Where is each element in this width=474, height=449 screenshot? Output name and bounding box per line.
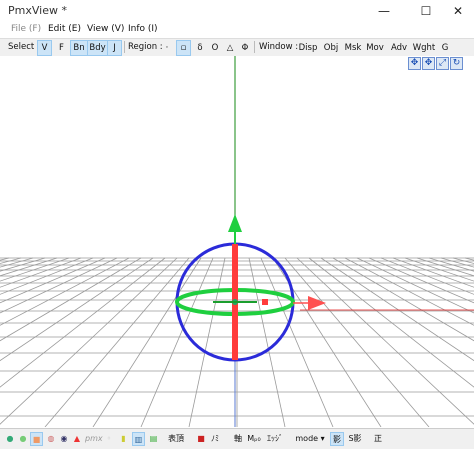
sei-toggle[interactable]: 正 [372, 432, 384, 446]
3d-viewport[interactable] [0, 56, 474, 427]
faded-toggle-icon[interactable]: ◦ [103, 432, 115, 446]
window-obj-button[interactable]: Obj [320, 40, 342, 56]
select-bone-button[interactable]: Bn [70, 40, 88, 56]
select-body-button[interactable]: Bdy [87, 40, 108, 56]
y-arrow-head [228, 214, 242, 232]
menu-info[interactable]: Info (I) [128, 24, 158, 34]
green-dot-icon[interactable]: ● [4, 432, 16, 446]
window-msk-button[interactable]: Msk [342, 40, 364, 56]
menu-edit[interactable]: Edit (E) [48, 24, 81, 34]
mpos-toggle[interactable]: Mₚ₀ [246, 432, 262, 446]
select-joint-button[interactable]: J [107, 40, 122, 56]
region-triangle-button[interactable]: △ [223, 40, 237, 56]
color-toggle-icon[interactable]: ■ [195, 432, 207, 446]
self-shadow-toggle[interactable]: S影 [346, 432, 364, 446]
handle-square [262, 299, 268, 305]
region-lasso-button[interactable]: δ [193, 40, 207, 56]
nomi-toggle[interactable]: ﾉﾐ [208, 432, 222, 446]
material-toggle-icon[interactable]: ■ [30, 432, 43, 446]
bone-toggle-icon[interactable]: ▮ [117, 432, 130, 446]
menu-bar: File (F) Edit (E) View (V) Info (I) [0, 22, 474, 38]
toolbar-separator [254, 41, 255, 53]
texture-toggle-icon[interactable]: ▤ [147, 432, 160, 446]
view-tools: ✥ ✥ ⤢ ↻ [408, 57, 464, 71]
move-view-icon[interactable]: ✥ [408, 57, 421, 70]
window-wght-button[interactable]: Wght [410, 40, 438, 56]
toolbar-separator [124, 41, 125, 53]
window-label: Window : [259, 42, 299, 52]
window-disp-button[interactable]: Disp [296, 40, 320, 56]
axis-toggle[interactable]: 軸 [232, 432, 244, 446]
region-point-button[interactable]: · [160, 40, 174, 56]
select-face-button[interactable]: F [54, 40, 69, 56]
target-toggle-icon[interactable]: ◉ [58, 432, 70, 446]
face-toggle[interactable]: 表頂 [165, 432, 187, 446]
select-label: Select : [8, 42, 40, 52]
edge-toggle[interactable]: ｴｯｼﾞ [262, 432, 288, 446]
window-adv-button[interactable]: Adv [387, 40, 411, 56]
select-vertex-button[interactable]: V [37, 40, 52, 56]
sphere-toggle-icon[interactable]: ◍ [45, 432, 57, 446]
scene-canvas[interactable] [0, 56, 474, 427]
grid-toggle-icon[interactable]: ▥ [132, 432, 145, 446]
window-mov-button[interactable]: Mov [364, 40, 386, 56]
toolbar: Select : V F Bn Bdy J Region : · ▫ δ O △… [0, 38, 474, 57]
pan-view-icon[interactable]: ✥ [422, 57, 435, 70]
triangle-toggle-icon[interactable]: ▲ [71, 432, 83, 446]
title-bar: PmxView * — ☐ ✕ [0, 0, 474, 22]
menu-file[interactable]: File (F) [11, 24, 41, 34]
window-title: PmxView * [8, 4, 67, 17]
region-label: Region : [128, 42, 163, 52]
region-phi-button[interactable]: Φ [238, 40, 252, 56]
minimize-button[interactable]: — [366, 0, 402, 22]
light-dot-icon[interactable]: ● [17, 432, 29, 446]
rotate-view-icon[interactable]: ↻ [450, 57, 463, 70]
window-g-button[interactable]: G [438, 40, 452, 56]
close-button[interactable]: ✕ [440, 0, 474, 22]
mode-dropdown[interactable]: mode ▾ [295, 432, 325, 446]
menu-view[interactable]: View (V) [87, 24, 124, 34]
region-circle-button[interactable]: O [208, 40, 222, 56]
maximize-button[interactable]: ☐ [408, 0, 444, 22]
pmx-label[interactable]: pmx [85, 432, 103, 446]
status-bar: ● ● ■ ◍ ◉ ▲ pmx ◦ ▮ ▥ ▤ 表頂 ■ ﾉﾐ 軸 Mₚ₀ ｴｯ… [0, 428, 474, 449]
shadow-toggle[interactable]: 影 [330, 432, 344, 446]
x-arrow-head [308, 296, 326, 310]
zoom-view-icon[interactable]: ⤢ [436, 57, 449, 70]
region-rect-button[interactable]: ▫ [176, 40, 191, 56]
